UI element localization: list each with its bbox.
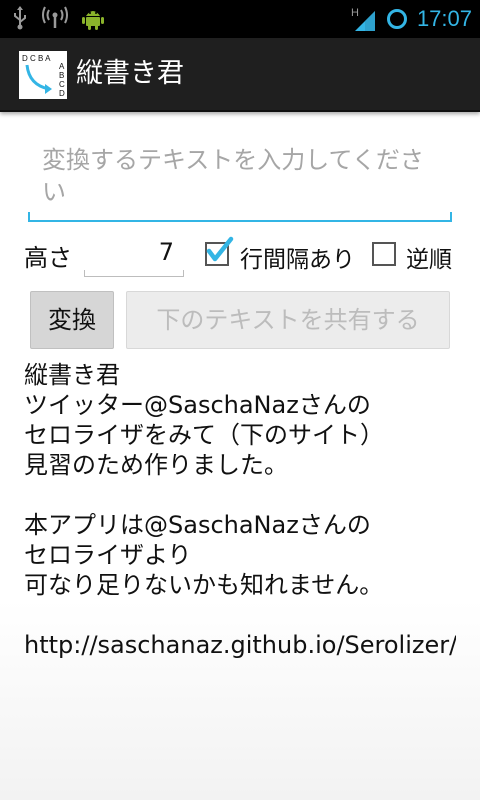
app-icon-letter-a: A [59,62,65,71]
system-icons: H 17:07 [351,0,472,38]
height-label: 高さ [24,244,72,272]
app-icon[interactable]: D C B A A B C D [19,51,67,99]
action-bar: D C B A A B C D 縦書き君 [0,38,480,112]
notification-icons [12,6,104,30]
app-title: 縦書き君 [76,58,184,89]
height-input[interactable]: 7 [84,232,184,277]
android-debug-icon [82,6,104,30]
app-icon-letters-top: D C B A [22,54,51,63]
text-input-placeholder[interactable]: 変換するテキストを入力してください [42,144,442,208]
app-icon-letter-b: B [59,71,64,80]
app-icon-letter-d: D [59,89,65,98]
text-input-field[interactable]: 変換するテキストを入力してください [28,140,452,222]
sync-circle-icon [385,7,409,31]
usb-icon [12,6,28,30]
checkmark-icon[interactable] [203,236,235,272]
wifi-hotspot-icon [42,6,68,30]
output-text: 縦書き君 ツイッター@SaschaNazさんの セロライザをみて（下のサイト） … [24,361,456,659]
share-text-button[interactable]: 下のテキストを共有する [126,291,450,349]
line-spacing-label[interactable]: 行間隔あり [240,240,355,274]
height-value[interactable]: 7 [159,238,174,266]
options-row: 高さ 7 行間隔あり 逆順 [0,232,480,282]
signal-icon: H [351,5,377,33]
status-bar: H 17:07 [0,0,480,38]
reverse-order-label[interactable]: 逆順 [406,240,452,274]
reverse-order-checkbox[interactable] [372,242,396,266]
network-type-label: H [351,7,359,19]
clock: 17:07 [416,6,472,31]
app-icon-letter-c: C [59,80,65,89]
convert-button[interactable]: 変換 [30,291,114,349]
